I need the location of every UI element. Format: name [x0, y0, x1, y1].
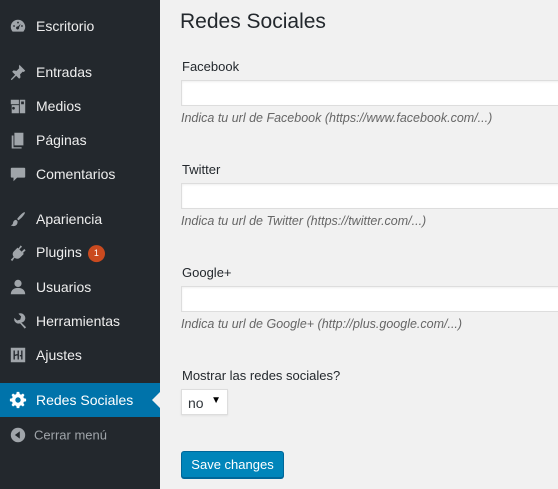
- sidebar-item-paginas[interactable]: Páginas: [0, 123, 160, 157]
- media-icon: [9, 97, 27, 115]
- sidebar-item-label: Entradas: [36, 64, 93, 80]
- googleplus-label: Google+: [182, 265, 232, 280]
- sidebar-item-label: Plugins: [36, 244, 82, 261]
- admin-sidebar: Escritorio Entradas Medios Páginas Comen…: [0, 0, 160, 489]
- sidebar-item-apariencia[interactable]: Apariencia: [0, 202, 160, 236]
- sidebar-item-label: Escritorio: [36, 18, 95, 34]
- collapse-arrow-icon: [9, 426, 27, 444]
- sidebar-item-entradas[interactable]: Entradas: [0, 55, 160, 89]
- plugin-icon: [9, 244, 27, 262]
- sidebar-item-comentarios[interactable]: Comentarios: [0, 157, 160, 191]
- sidebar-item-label: Medios: [36, 98, 82, 114]
- update-count-badge: 1: [87, 244, 105, 262]
- sidebar-item-ajustes[interactable]: Ajustes: [0, 338, 160, 372]
- sidebar-item-usuarios[interactable]: Usuarios: [0, 270, 160, 304]
- wrench-icon: [9, 312, 27, 330]
- show-social-label: Mostrar las redes sociales?: [182, 368, 341, 383]
- settings-sliders-icon: [9, 346, 27, 364]
- collapse-menu-button[interactable]: Cerrar menú: [0, 418, 160, 452]
- twitter-url-input[interactable]: [181, 183, 558, 209]
- sidebar-item-plugins[interactable]: Plugins 1: [0, 236, 160, 270]
- sidebar-item-label: Usuarios: [36, 279, 92, 295]
- page-icon: [9, 131, 27, 149]
- sidebar-item-redes-sociales[interactable]: Redes Sociales: [0, 383, 160, 417]
- facebook-url-input[interactable]: [181, 80, 558, 106]
- googleplus-hint: Indica tu url de Google+ (http://plus.go…: [181, 317, 463, 331]
- facebook-hint: Indica tu url de Facebook (https://www.f…: [181, 111, 493, 125]
- gear-icon: [9, 391, 27, 409]
- sidebar-item-label: Páginas: [36, 132, 87, 148]
- pin-icon: [9, 63, 27, 81]
- page-title: Redes Sociales: [180, 10, 326, 33]
- twitter-label: Twitter: [182, 162, 221, 177]
- facebook-label: Facebook: [182, 59, 240, 74]
- twitter-hint: Indica tu url de Twitter (https://twitte…: [181, 214, 427, 228]
- sidebar-item-medios[interactable]: Medios: [0, 89, 160, 123]
- sidebar-item-label: Redes Sociales: [36, 392, 134, 408]
- sidebar-item-label: Herramientas: [36, 313, 121, 329]
- comment-icon: [9, 165, 27, 183]
- save-changes-button[interactable]: Save changes: [181, 451, 284, 478]
- googleplus-url-input[interactable]: [181, 286, 558, 312]
- user-icon: [9, 278, 27, 296]
- sidebar-item-label: Apariencia: [36, 211, 103, 227]
- brush-icon: [9, 210, 27, 228]
- dashboard-icon: [9, 17, 27, 35]
- dropdown-arrow-icon: ▼: [211, 395, 221, 406]
- collapse-menu-label: Cerrar menú: [34, 427, 107, 443]
- sidebar-item-label: Ajustes: [36, 347, 82, 363]
- show-social-select[interactable]: no ▼: [181, 389, 228, 415]
- settings-main: Redes Sociales Facebook Indica tu url de…: [160, 0, 558, 489]
- sidebar-item-herramientas[interactable]: Herramientas: [0, 304, 160, 338]
- sidebar-item-label: Comentarios: [36, 166, 116, 182]
- show-social-value: no: [188, 395, 204, 411]
- sidebar-item-escritorio[interactable]: Escritorio: [0, 9, 160, 43]
